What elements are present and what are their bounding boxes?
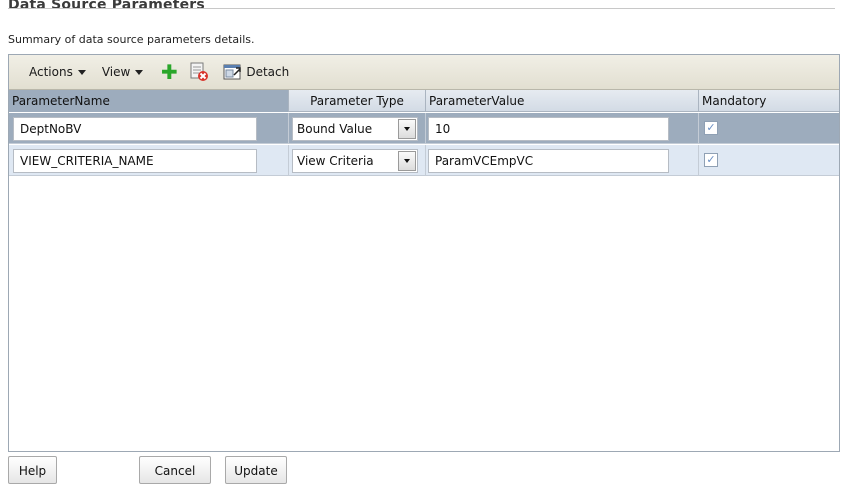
parameters-panel: Actions View ✚ Detach ParameterName Para… [8, 54, 840, 452]
help-button[interactable]: Help [8, 456, 57, 484]
actions-menu-label: Actions [29, 65, 73, 79]
checkmark-icon: ✓ [706, 153, 716, 166]
actions-menu[interactable]: Actions [29, 65, 86, 79]
detach-button[interactable]: Detach [223, 63, 289, 81]
page-title: Data Source Parameters [8, 0, 205, 13]
delete-row-button[interactable] [189, 62, 209, 82]
column-header-parameter-name[interactable]: ParameterName [9, 90, 289, 112]
parameter-type-select[interactable]: Bound Value [292, 117, 418, 141]
parameter-type-value: Bound Value [297, 122, 373, 136]
view-menu-label: View [101, 65, 131, 79]
column-header-parameter-type[interactable]: Parameter Type [289, 90, 426, 112]
column-header-parameter-value[interactable]: ParameterValue [426, 90, 699, 112]
table-row[interactable]: DeptNoBV Bound Value 10 ✓ [9, 113, 839, 144]
add-row-button[interactable]: ✚ [159, 62, 179, 82]
parameter-value-input[interactable]: ParamVCEmpVC [428, 149, 669, 173]
parameter-name-input[interactable]: DeptNoBV [13, 117, 257, 141]
table-header: ParameterName Parameter Type ParameterVa… [9, 90, 839, 112]
checkmark-icon: ✓ [706, 121, 716, 134]
view-menu[interactable]: View [101, 65, 144, 79]
title-divider [8, 8, 835, 9]
detach-icon [223, 64, 242, 80]
parameter-value-input[interactable]: 10 [428, 117, 669, 141]
toolbar: Actions View ✚ Detach [9, 55, 839, 90]
parameter-type-value: View Criteria [297, 154, 374, 168]
table-row[interactable]: VIEW_CRITERIA_NAME View Criteria ParamVC… [9, 145, 839, 176]
parameter-name-input[interactable]: VIEW_CRITERIA_NAME [13, 149, 257, 173]
mandatory-checkbox[interactable]: ✓ [704, 121, 718, 135]
page-subtitle: Summary of data source parameters detail… [8, 33, 255, 46]
chevron-down-icon [135, 69, 144, 75]
detach-label: Detach [246, 65, 290, 79]
plus-icon: ✚ [160, 60, 178, 84]
delete-icon [190, 62, 209, 81]
cancel-button[interactable]: Cancel [139, 456, 211, 484]
chevron-down-icon [77, 69, 86, 75]
dropdown-arrow-icon[interactable] [398, 119, 416, 139]
mandatory-checkbox[interactable]: ✓ [704, 153, 718, 167]
update-button[interactable]: Update [225, 456, 287, 484]
parameter-type-select[interactable]: View Criteria [292, 149, 418, 173]
dropdown-arrow-icon[interactable] [398, 151, 416, 171]
column-header-mandatory[interactable]: Mandatory [699, 90, 839, 112]
